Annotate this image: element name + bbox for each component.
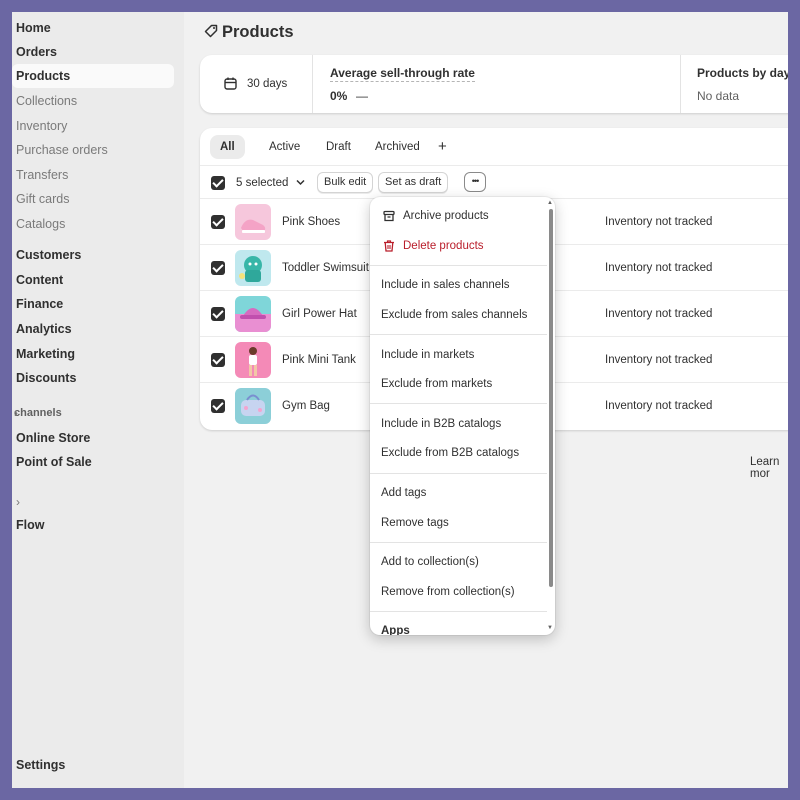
products-by-days-value: No data <box>697 89 740 103</box>
avg-sell-through-title[interactable]: Average sell-through rate <box>330 65 475 82</box>
inventory-status: Inventory not tracked <box>605 216 713 228</box>
remove-from-collection-item[interactable]: Remove from collection(s) <box>381 582 515 602</box>
add-to-collection-item[interactable]: Add to collection(s) <box>381 552 479 572</box>
avg-sell-through-trend: — <box>356 89 368 103</box>
inventory-status: Inventory not tracked <box>605 308 713 320</box>
sidebar-item-customers[interactable]: Customers <box>16 243 174 267</box>
menu-divider <box>370 611 547 612</box>
sidebar-item-online-store[interactable]: Online Store <box>16 426 174 450</box>
apps-section-label: Apps <box>381 625 410 635</box>
scroll-down-icon[interactable]: ▼ <box>547 625 553 631</box>
tab-active[interactable]: Active <box>259 135 310 159</box>
archive-products-item[interactable]: Archive products <box>403 206 489 226</box>
menu-divider <box>370 265 547 266</box>
tab-all[interactable]: All <box>210 135 245 159</box>
sidebar-item-home[interactable]: Home <box>16 16 174 40</box>
sidebar-item-inventory[interactable]: Inventory <box>16 114 174 138</box>
product-thumbnail <box>235 342 271 378</box>
product-thumbnail <box>235 250 271 286</box>
tab-draft[interactable]: Draft <box>316 135 361 159</box>
analytics-bar: 30 days Average sell-through rate 0% — P… <box>200 55 788 113</box>
product-name[interactable]: Girl Power Hat <box>282 306 357 322</box>
inventory-status: Inventory not tracked <box>605 262 713 274</box>
archive-icon <box>383 210 395 222</box>
divider <box>680 55 681 113</box>
more-actions-menu: Archive products Delete products Include… <box>370 197 555 635</box>
chevron-right-icon: › <box>14 406 18 420</box>
date-range-button[interactable]: 30 days <box>210 65 310 103</box>
sidebar-item-finance[interactable]: Finance <box>16 292 174 316</box>
sidebar-item-settings[interactable]: Settings <box>16 753 174 777</box>
divider <box>312 55 313 113</box>
page-title: Products <box>222 23 294 41</box>
sidebar-item-orders[interactable]: Orders <box>16 40 174 64</box>
sidebar-item-content[interactable]: Content <box>16 268 174 292</box>
delete-products-item[interactable]: Delete products <box>403 236 484 256</box>
product-name[interactable]: Toddler Swimsuit <box>282 260 369 276</box>
ellipsis-icon: ••• <box>471 176 480 186</box>
menu-divider <box>370 542 547 543</box>
inventory-status: Inventory not tracked <box>605 400 713 412</box>
chevron-right-icon: › <box>16 495 20 509</box>
bulk-actions-bar: 5 selected Bulk edit Set as draft ••• <box>200 166 788 199</box>
app-window: Home Orders Products Collections Invento… <box>12 12 788 788</box>
menu-scrollbar[interactable] <box>549 209 553 587</box>
avg-sell-through-value: 0% <box>330 89 348 103</box>
inventory-status: Inventory not tracked <box>605 354 713 366</box>
sidebar-item-flow[interactable]: Flow <box>16 513 174 537</box>
product-name[interactable]: Pink Shoes <box>282 214 340 230</box>
sidebar: Home Orders Products Collections Invento… <box>12 12 184 788</box>
sidebar-item-purchase-orders[interactable]: Purchase orders <box>16 138 174 162</box>
date-range-label: 30 days <box>247 78 288 90</box>
selected-count-label: 5 selected <box>236 177 289 189</box>
product-thumbnail <box>235 204 271 240</box>
add-tags-item[interactable]: Add tags <box>381 483 426 503</box>
sidebar-item-transfers[interactable]: Transfers <box>16 163 174 187</box>
sidebar-item-point-of-sale[interactable]: Point of Sale <box>16 450 174 474</box>
product-name[interactable]: Gym Bag <box>282 398 330 414</box>
tab-archived[interactable]: Archived <box>365 135 430 159</box>
filter-tabs: All Active Draft Archived + <box>200 128 788 166</box>
product-name[interactable]: Pink Mini Tank <box>282 352 356 368</box>
sidebar-item-discounts[interactable]: Discounts <box>16 366 174 390</box>
sidebar-item-gift-cards[interactable]: Gift cards <box>16 187 174 211</box>
calendar-icon <box>224 77 237 90</box>
menu-divider <box>370 403 547 404</box>
include-sales-channels-item[interactable]: Include in sales channels <box>381 275 510 295</box>
tag-icon <box>204 24 218 38</box>
product-thumbnail <box>235 388 271 424</box>
selected-count-dropdown[interactable]: 5 selected <box>228 166 320 199</box>
sidebar-item-collections[interactable]: Collections <box>16 89 174 113</box>
remove-tags-item[interactable]: Remove tags <box>381 513 449 533</box>
exclude-markets-item[interactable]: Exclude from markets <box>381 374 492 394</box>
menu-divider <box>370 334 547 335</box>
exclude-sales-channels-item[interactable]: Exclude from sales channels <box>381 305 527 325</box>
row-checkbox[interactable] <box>211 307 225 321</box>
row-checkbox[interactable] <box>211 261 225 275</box>
more-actions-button[interactable]: ••• <box>464 172 486 192</box>
row-checkbox[interactable] <box>211 215 225 229</box>
sidebar-item-marketing[interactable]: Marketing <box>16 342 174 366</box>
chevron-down-icon <box>296 179 305 186</box>
add-view-button[interactable]: + <box>428 135 457 159</box>
include-markets-item[interactable]: Include in markets <box>381 345 474 365</box>
trash-icon <box>384 240 394 252</box>
menu-divider <box>370 473 547 474</box>
product-thumbnail <box>235 296 271 332</box>
row-checkbox[interactable] <box>211 399 225 413</box>
set-as-draft-button[interactable]: Set as draft <box>378 172 449 193</box>
sidebar-section-channels[interactable]: channels › <box>14 401 172 425</box>
scroll-up-icon[interactable]: ▲ <box>547 200 553 206</box>
bulk-edit-button[interactable]: Bulk edit <box>317 172 374 193</box>
sidebar-item-analytics[interactable]: Analytics <box>16 317 174 341</box>
sidebar-item-catalogs[interactable]: Catalogs <box>16 212 174 236</box>
exclude-b2b-catalogs-item[interactable]: Exclude from B2B catalogs <box>381 443 519 463</box>
learn-more-link[interactable]: Learn mor <box>750 456 788 480</box>
row-checkbox[interactable] <box>211 353 225 367</box>
include-b2b-catalogs-item[interactable]: Include in B2B catalogs <box>381 414 501 434</box>
select-all-checkbox[interactable] <box>211 176 225 190</box>
sidebar-item-products[interactable]: Products <box>12 64 174 88</box>
sidebar-section-apps[interactable]: › <box>16 490 174 514</box>
products-by-days-title[interactable]: Products by days <box>697 65 788 81</box>
